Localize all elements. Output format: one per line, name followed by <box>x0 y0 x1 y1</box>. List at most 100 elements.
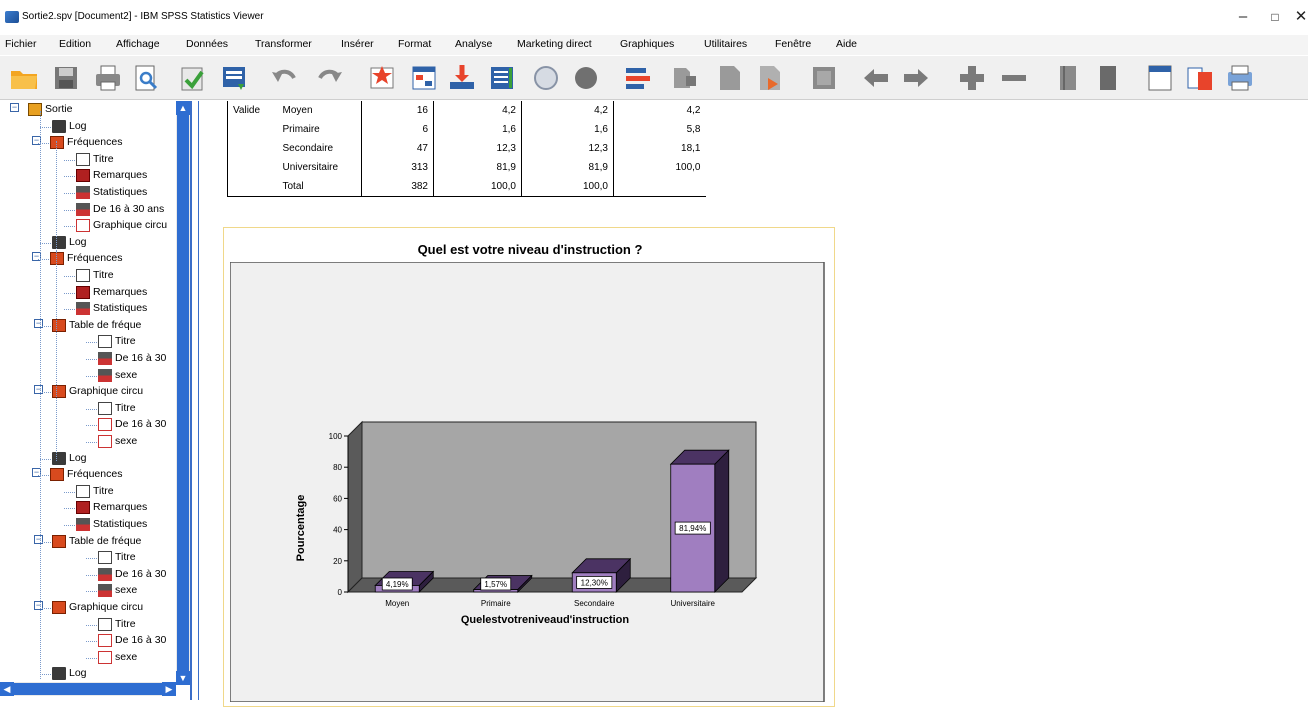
table-cell-freq: 16 <box>361 101 434 120</box>
menu-bar: Fichier Edition Affichage Données Transf… <box>0 35 1308 55</box>
menu-analyse[interactable]: Analyse <box>455 38 492 50</box>
outline-item-label: Fréquences <box>67 468 123 481</box>
menu-edition[interactable]: Edition <box>59 38 91 50</box>
procedure-icon <box>50 252 64 266</box>
y-tick-label: 60 <box>333 494 342 503</box>
save-icon[interactable] <box>50 62 82 94</box>
table-cell-valid-pct: 4,2 <box>521 101 614 120</box>
minimize-button[interactable]: – <box>1228 6 1258 28</box>
outline-item-label: sexe <box>115 368 138 381</box>
outline-horizontal-scrollbar[interactable]: ◀ ▶ <box>0 682 176 696</box>
variables-icon[interactable] <box>486 62 518 94</box>
tree-connector <box>40 111 41 679</box>
scroll-up-arrow[interactable]: ▲ <box>176 101 190 115</box>
outline-item-label: Titre <box>115 401 136 414</box>
menu-transformer[interactable]: Transformer <box>255 38 312 50</box>
chart-icon <box>98 634 112 648</box>
notes-icon <box>76 501 90 515</box>
pivot-icon[interactable] <box>1224 62 1256 94</box>
chart-title: Quel est votre niveau d'instruction ? <box>417 242 643 257</box>
table-icon <box>98 352 112 365</box>
insert-heading-icon[interactable] <box>714 62 746 94</box>
chart-frame[interactable]: Quel est votre niveau d'instruction ? 0 2… <box>223 227 835 707</box>
menu-inserer[interactable]: Insérer <box>341 38 374 50</box>
menu-donnees[interactable]: Données <box>186 38 228 50</box>
log-icon <box>52 235 66 249</box>
tree-connector <box>64 491 75 493</box>
show-icon[interactable] <box>1052 62 1084 94</box>
print-icon[interactable] <box>92 62 124 94</box>
outline-vertical-scroll-thumb[interactable] <box>177 115 189 675</box>
collapse-toggle[interactable]: − <box>10 103 19 112</box>
goto-case-icon[interactable] <box>408 62 440 94</box>
menu-marketing-direct[interactable]: Marketing direct <box>517 38 592 50</box>
outline-vertical-scrollbar[interactable]: ▲ ▼ <box>176 101 190 685</box>
close-button[interactable]: ✕ <box>1286 6 1308 28</box>
x-tick-label: Universitaire <box>671 599 716 608</box>
outline-item-label: Statistiques <box>93 186 148 198</box>
collapse-icon[interactable] <box>998 62 1030 94</box>
outline-horizontal-scroll-thumb[interactable] <box>14 683 162 695</box>
designate-window-icon[interactable] <box>530 62 562 94</box>
outline-item-label: Titre <box>93 484 114 497</box>
back-icon[interactable] <box>860 62 892 94</box>
menu-fenetre[interactable]: Fenêtre <box>775 38 811 50</box>
tree-connector <box>64 508 75 510</box>
goto-data-icon[interactable] <box>366 62 398 94</box>
hide-icon[interactable] <box>1092 62 1124 94</box>
scroll-down-arrow[interactable]: ▼ <box>176 671 190 685</box>
outline-item-label: sexe <box>115 435 138 447</box>
menu-utilitaires[interactable]: Utilitaires <box>704 38 747 50</box>
forward-icon[interactable] <box>900 62 932 94</box>
insert-page-icon[interactable] <box>1144 62 1176 94</box>
outline-item-label: Titre <box>93 269 114 281</box>
outline-item-label: Table de fréque <box>69 318 142 331</box>
table-cell-valid-pct: 81,9 <box>521 158 614 177</box>
procedure-icon <box>52 534 66 548</box>
show-all-icon[interactable] <box>570 62 602 94</box>
chart-icon <box>98 435 112 448</box>
table-cell-valid-pct: 100,0 <box>521 177 614 196</box>
goto-variable-icon[interactable] <box>446 62 478 94</box>
outline-item-label: sexe <box>115 584 138 597</box>
open-folder-icon[interactable] <box>8 62 40 94</box>
outline-item-label: De 16 à 30 <box>115 352 167 364</box>
scroll-right-arrow[interactable]: ▶ <box>162 682 176 696</box>
print-preview-icon[interactable] <box>130 62 162 94</box>
bar-side <box>714 449 730 593</box>
menu-fichier[interactable]: Fichier <box>5 38 37 50</box>
table-cell-pct: 12,3 <box>433 139 522 158</box>
x-tick-label: Moyen <box>385 599 409 608</box>
chart-icon <box>76 219 90 233</box>
outline-item-label: Log <box>69 451 87 464</box>
row-label: Primaire <box>282 124 320 135</box>
outline-item-label: Graphique circu <box>69 601 144 613</box>
tree-connector <box>86 375 97 377</box>
promote-icon[interactable] <box>622 62 654 94</box>
export-icon[interactable] <box>176 62 208 94</box>
outline-item-label: Fréquences <box>67 136 123 149</box>
outline-item-label: Titre <box>115 551 136 564</box>
toolbar <box>0 56 1308 100</box>
menu-aide[interactable]: Aide <box>836 38 857 50</box>
procedure-icon <box>52 318 66 332</box>
undo-icon[interactable] <box>268 62 300 94</box>
outline-item-label: Sortie <box>45 103 73 115</box>
title-icon <box>98 401 112 415</box>
menu-graphiques[interactable]: Graphiques <box>620 38 674 50</box>
log-icon <box>52 667 66 681</box>
insert-text-icon[interactable] <box>808 62 840 94</box>
redo-icon[interactable] <box>314 62 346 94</box>
recall-dialog-icon[interactable] <box>218 62 250 94</box>
menu-affichage[interactable]: Affichage <box>116 38 160 50</box>
table-cell-pct: 100,0 <box>433 177 522 196</box>
table-row: Universitaire 313 81,9 81,9 100,0 <box>228 158 706 177</box>
insert-title-icon[interactable] <box>754 62 786 94</box>
insert-output-icon[interactable] <box>1184 62 1216 94</box>
table-icon <box>76 302 90 316</box>
scroll-left-arrow[interactable]: ◀ <box>0 682 14 696</box>
title-icon <box>76 152 90 166</box>
expand-icon[interactable] <box>956 62 988 94</box>
menu-format[interactable]: Format <box>398 38 431 50</box>
demote-icon[interactable] <box>668 62 700 94</box>
